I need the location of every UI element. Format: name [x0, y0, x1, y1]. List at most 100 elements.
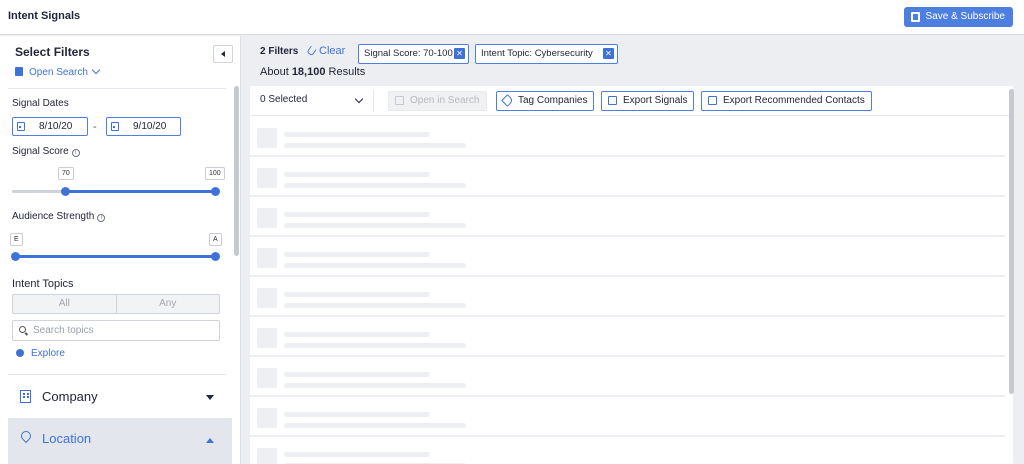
skeleton-line [284, 423, 466, 428]
caret-down-icon [206, 395, 214, 400]
company-section-label: Company [42, 389, 98, 404]
skeleton-avatar [257, 448, 277, 464]
skeleton-line [284, 183, 466, 188]
score-max-tooltip: 100 [205, 167, 225, 180]
tag-companies-label: Tag Companies [518, 95, 588, 106]
chevron-down-icon [91, 65, 101, 75]
filter-chip-intent-topic: Intent Topic: Cybersecurity ✕ [475, 44, 618, 64]
open-in-search-label: Open in Search [410, 95, 480, 106]
explore-label: Explore [31, 348, 65, 359]
tag-companies-button[interactable]: Tag Companies [496, 91, 595, 111]
skeleton-avatar [257, 168, 277, 188]
sidebar-title: Select Filters [15, 45, 90, 59]
selected-count-label: 0 Selected [260, 94, 308, 105]
skeleton-line [284, 292, 430, 297]
skeleton-line [284, 252, 430, 257]
strength-min-handle[interactable] [11, 252, 20, 261]
results-prefix: About [260, 66, 289, 78]
strength-min-tooltip: E [10, 233, 23, 246]
loading-row [250, 279, 1005, 317]
location-pin-icon [18, 428, 34, 444]
export-signals-button[interactable]: Export Signals [601, 91, 695, 111]
skeleton-line [284, 343, 466, 348]
filter-chip-signal-score: Signal Score: 70-100 ✕ [358, 44, 469, 64]
strength-max-handle[interactable] [211, 252, 220, 261]
topic-search-input[interactable] [33, 323, 213, 338]
close-icon[interactable]: ✕ [454, 48, 465, 59]
saved-search-icon [15, 67, 23, 76]
skeleton-line [284, 332, 430, 337]
chip-label: Intent Topic: Cybersecurity [481, 48, 593, 59]
close-icon[interactable]: ✕ [603, 48, 614, 59]
export-signals-label: Export Signals [623, 95, 688, 106]
intent-topics-label: Intent Topics [12, 278, 74, 290]
results-toolbar: 0 Selected Open in Search Tag Companies … [250, 86, 1013, 116]
buildings-icon [395, 96, 404, 105]
chip-label: Signal Score: 70-100 [364, 48, 453, 59]
skeleton-avatar [257, 328, 277, 348]
toggle-any[interactable]: Any [115, 295, 220, 313]
collapse-sidebar-button[interactable] [213, 45, 233, 63]
info-icon[interactable]: i [97, 214, 106, 222]
score-min-tooltip: 70 [58, 167, 74, 180]
start-date-value: 8/10/20 [39, 121, 73, 132]
toggle-all[interactable]: All [13, 295, 116, 313]
signal-score-text: Signal Score [12, 146, 69, 157]
topic-search-field [12, 320, 220, 341]
company-section-header[interactable]: Company [8, 376, 232, 418]
open-search-dropdown[interactable]: Open Search [15, 65, 101, 78]
save-subscribe-button[interactable]: Save & Subscribe [903, 7, 1013, 27]
divider [8, 88, 226, 89]
topic-match-toggle: All Any [12, 294, 220, 314]
explore-link[interactable]: Explore [16, 348, 65, 359]
toolbar-divider [373, 90, 374, 112]
clear-filters-link[interactable]: Clear [306, 45, 346, 57]
save-icon [910, 12, 920, 22]
top-bar: Intent Signals Save & Subscribe [0, 0, 1024, 35]
divider [8, 374, 226, 375]
open-search-label: Open Search [29, 67, 88, 78]
skeleton-avatar [257, 368, 277, 388]
skeleton-line [284, 412, 430, 417]
end-date-input[interactable]: 9/10/20 [106, 117, 181, 136]
signal-dates-label: Signal Dates [12, 98, 69, 109]
calendar-icon [17, 122, 25, 131]
open-in-search-button[interactable]: Open in Search [388, 91, 487, 111]
calendar-icon [111, 122, 119, 131]
brush-icon [306, 45, 317, 57]
export-icon [708, 96, 717, 105]
skeleton-avatar [257, 408, 277, 428]
results-summary: About 18,100 Results [260, 66, 365, 78]
results-panel: 2 Filters Clear Signal Score: 70-100 ✕ I… [242, 36, 1024, 464]
loading-row [250, 159, 1005, 197]
search-icon [19, 326, 26, 333]
skeleton-line [284, 132, 430, 137]
strength-slider-fill[interactable] [14, 255, 216, 258]
loading-row [250, 319, 1005, 357]
skeleton-line [284, 143, 466, 148]
score-min-handle[interactable] [61, 187, 70, 196]
location-section-header[interactable]: Location [8, 418, 232, 464]
audience-strength-label: Audience Strength i [12, 211, 106, 222]
results-scrollbar[interactable] [1009, 89, 1014, 394]
skeleton-avatar [257, 128, 277, 148]
info-icon[interactable]: i [71, 149, 80, 157]
page-title: Intent Signals [8, 10, 81, 22]
score-max-handle[interactable] [211, 187, 220, 196]
results-suffix: Results [328, 66, 366, 78]
clear-label: Clear [319, 45, 346, 57]
skeleton-line [284, 383, 466, 388]
tag-icon [501, 94, 514, 107]
skeleton-line [284, 452, 430, 457]
building-icon [20, 390, 31, 403]
export-contacts-button[interactable]: Export Recommended Contacts [701, 91, 872, 111]
filter-count: 2 Filters [260, 46, 299, 57]
start-date-input[interactable]: 8/10/20 [12, 117, 88, 136]
selection-dropdown[interactable]: 0 Selected [260, 94, 364, 105]
results-table: 0 Selected Open in Search Tag Companies … [250, 86, 1013, 464]
skeleton-line [284, 172, 430, 177]
loading-row [250, 439, 1005, 464]
sidebar-scrollbar[interactable] [234, 86, 239, 256]
skeleton-line [284, 303, 466, 308]
skeleton-line [284, 263, 466, 268]
